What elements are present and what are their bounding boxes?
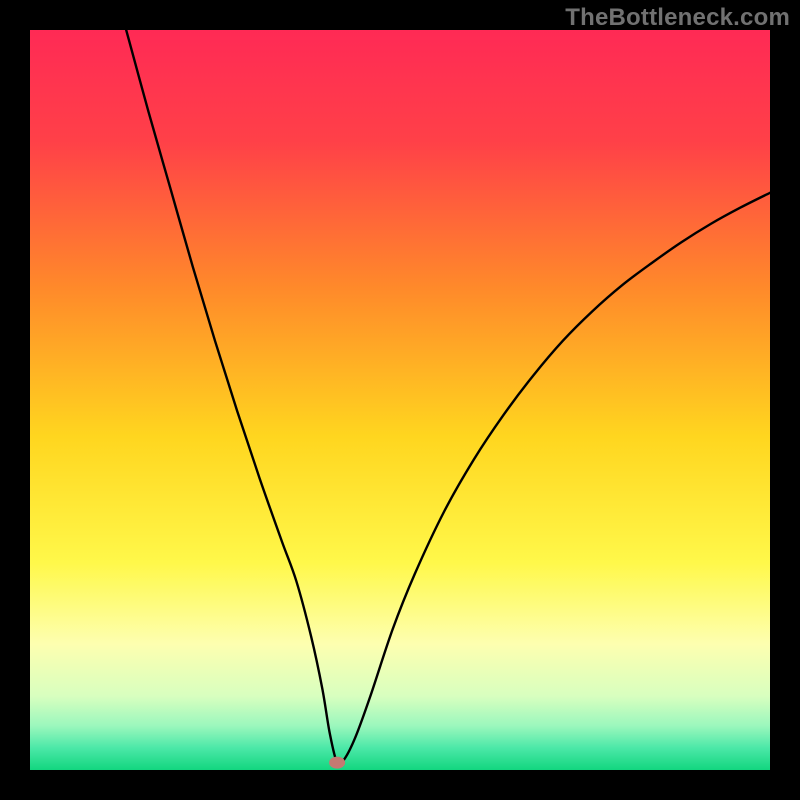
chart-frame: TheBottleneck.com bbox=[0, 0, 800, 800]
chart-svg bbox=[30, 30, 770, 770]
marker-dot bbox=[329, 757, 345, 769]
gradient-background bbox=[30, 30, 770, 770]
watermark-text: TheBottleneck.com bbox=[565, 4, 790, 32]
plot-area bbox=[30, 30, 770, 770]
